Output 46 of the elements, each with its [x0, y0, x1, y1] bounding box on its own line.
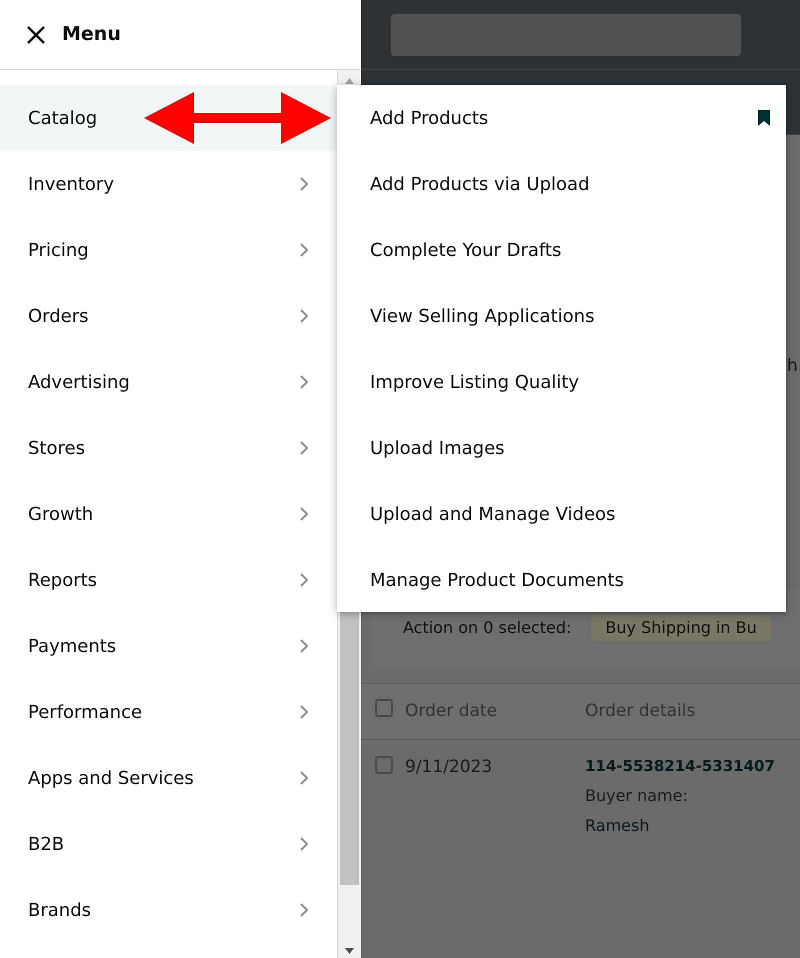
- scroll-down-icon[interactable]: [345, 948, 354, 954]
- submenu-item[interactable]: Manage Product Documents: [370, 566, 624, 594]
- actions-label: Action on 0 selected:: [403, 617, 572, 639]
- submenu-item[interactable]: Add Products via Upload: [370, 170, 590, 198]
- double-arrow-icon: [144, 92, 331, 144]
- chevron-right-icon: [299, 704, 309, 720]
- submenu-item[interactable]: Upload Images: [370, 434, 505, 462]
- menu-item-label: Apps and Services: [28, 766, 194, 790]
- checkbox[interactable]: [375, 756, 393, 774]
- submenu-item[interactable]: View Selling Applications: [370, 302, 594, 330]
- submenu-item[interactable]: Complete Your Drafts: [370, 236, 562, 264]
- submenu-item[interactable]: Upload and Manage Videos: [370, 500, 616, 528]
- menu-title: Menu: [62, 22, 121, 48]
- chevron-right-icon: [299, 836, 309, 852]
- submenu-item[interactable]: Improve Listing Quality: [370, 368, 580, 396]
- menu-item-label: Reports: [28, 568, 98, 592]
- chevron-right-icon: [299, 902, 309, 918]
- checkbox[interactable]: [375, 698, 393, 716]
- buyer-label: Buyer name:: [585, 784, 689, 806]
- column-header: Order date: [405, 700, 498, 723]
- menu-item-label: Advertising: [28, 370, 130, 394]
- menu-item-label: Pricing: [28, 238, 89, 262]
- chevron-right-icon: [299, 770, 309, 786]
- chevron-right-icon: [299, 572, 309, 588]
- column-header: Order details: [585, 700, 696, 723]
- menu-item-label: Catalog: [28, 106, 98, 130]
- menu-item-label: Brands: [28, 898, 91, 922]
- chevron-right-icon: [299, 242, 309, 258]
- chevron-right-icon: [299, 176, 309, 192]
- menu-item-label: Performance: [28, 700, 142, 724]
- menu-item-label: Stores: [28, 436, 85, 460]
- menu-item-label: B2B: [28, 832, 64, 856]
- menu-item-label: Payments: [28, 634, 116, 658]
- chevron-right-icon: [299, 374, 309, 390]
- menu-item-label: Orders: [28, 304, 89, 328]
- submenu-item[interactable]: Add Products: [370, 104, 488, 132]
- chevron-right-icon: [299, 506, 309, 522]
- order-date: 9/11/2023: [405, 756, 492, 779]
- bookmark-icon[interactable]: [758, 110, 770, 126]
- chevron-right-icon: [299, 638, 309, 654]
- chevron-right-icon: [299, 440, 309, 456]
- chevron-right-icon: [299, 308, 309, 324]
- menu-item-label: Inventory: [28, 172, 114, 196]
- close-icon[interactable]: [26, 24, 46, 44]
- menu-item-label: Growth: [28, 502, 94, 526]
- buy-shipping-button[interactable]: Buy Shipping in Bu: [591, 615, 771, 641]
